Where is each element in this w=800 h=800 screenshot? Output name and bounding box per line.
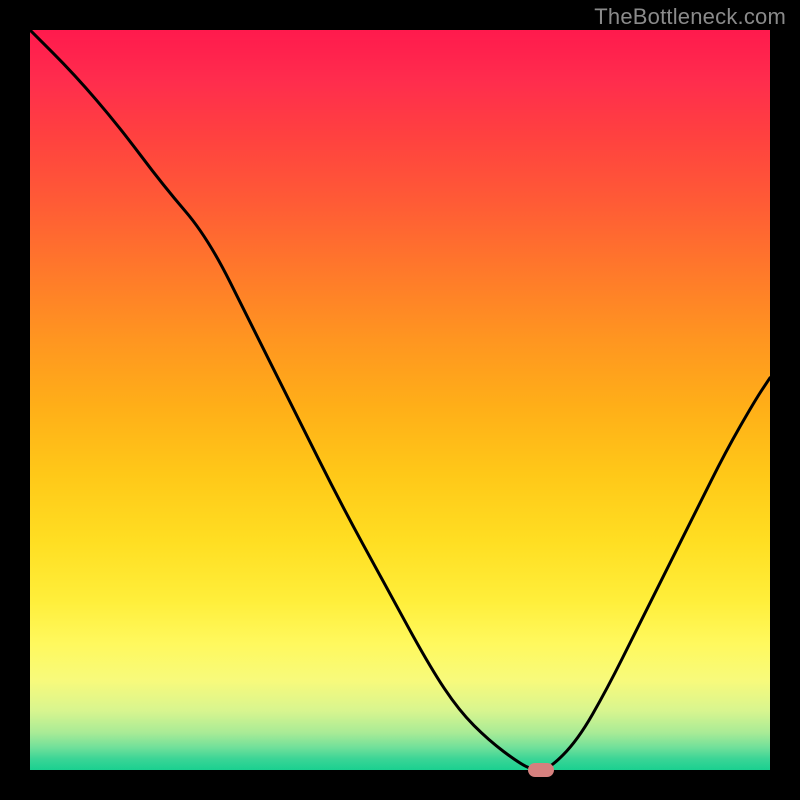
optimal-marker	[528, 763, 554, 777]
plot-area	[30, 30, 770, 770]
chart-frame: TheBottleneck.com	[0, 0, 800, 800]
bottleneck-curve	[30, 30, 770, 770]
curve-svg	[30, 30, 770, 770]
watermark-label: TheBottleneck.com	[594, 4, 786, 30]
